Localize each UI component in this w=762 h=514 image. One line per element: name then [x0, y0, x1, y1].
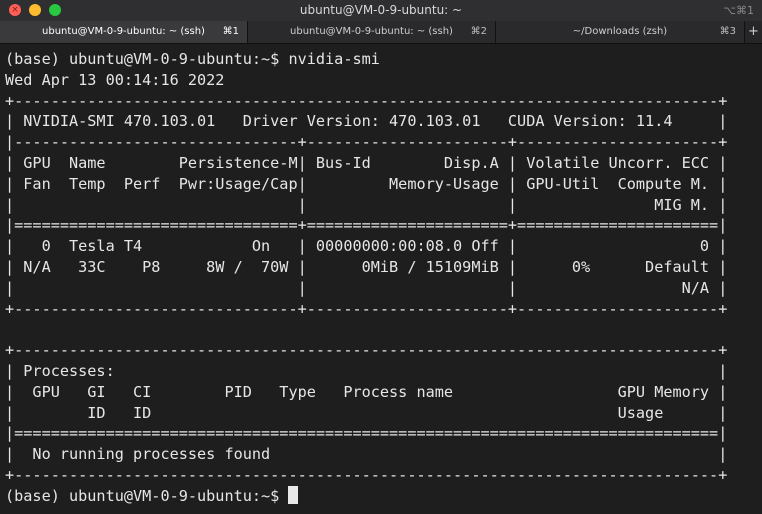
terminal-line-command: (base) ubuntu@VM-0-9-ubuntu:~$ nvidia-sm…: [5, 50, 380, 68]
tab-label: ubuntu@VM-0-9-ubuntu: ~ (ssh): [42, 26, 205, 37]
terminal-output[interactable]: (base) ubuntu@VM-0-9-ubuntu:~$ nvidia-sm…: [0, 44, 762, 514]
window-shortcut-hint: ⌥⌘1: [723, 4, 754, 17]
terminal-line: |-------------------------------+-------…: [5, 133, 728, 152]
terminal-line: +---------------------------------------…: [5, 341, 728, 360]
tab-label: ~/Downloads (zsh): [572, 26, 668, 37]
terminal-line: +---------------------------------------…: [5, 91, 728, 110]
shell-prompt-line[interactable]: (base) ubuntu@VM-0-9-ubuntu:~$: [5, 486, 299, 507]
window-title: ubuntu@VM-0-9-ubuntu: ~: [299, 3, 463, 17]
terminal-line-versions: | NVIDIA-SMI 470.103.01 Driver Version: …: [5, 112, 728, 131]
tab-ssh-2[interactable]: ubuntu@VM-0-9-ubuntu: ~ (ssh) ⌘2: [248, 21, 496, 43]
terminal-lines: (base) ubuntu@VM-0-9-ubuntu:~$ nvidia-sm…: [5, 49, 727, 486]
tab-shortcut: ⌘1: [222, 26, 239, 37]
terminal-line-header: | Fan Temp Perf Pwr:Usage/Cap| Memory-Us…: [5, 174, 728, 193]
terminal-line-date: Wed Apr 13 00:14:16 2022: [5, 70, 225, 89]
terminal-line-gpu-row: | N/A 33C P8 8W / 70W | 0MiB / 15109MiB …: [5, 257, 728, 276]
tab-downloads-zsh[interactable]: ~/Downloads (zsh) ⌘3: [496, 21, 745, 43]
terminal-line-processes-title: | Processes: |: [5, 361, 728, 380]
tab-label: ubuntu@VM-0-9-ubuntu: ~ (ssh): [290, 26, 453, 37]
terminal-line-no-processes: | No running processes found |: [5, 445, 728, 464]
terminal-line-header: | GPU Name Persistence-M| Bus-Id Disp.A …: [5, 153, 728, 172]
terminal-window: × ubuntu@VM-0-9-ubuntu: ~ ⌥⌘1 ubuntu@VM-…: [0, 0, 762, 514]
tab-ssh-1[interactable]: ubuntu@VM-0-9-ubuntu: ~ (ssh) ⌘1: [0, 21, 248, 43]
terminal-line-header: | | | MIG M. |: [5, 195, 728, 214]
terminal-line: +-------------------------------+-------…: [5, 299, 728, 318]
terminal-line-gpu-row: | | | N/A |: [5, 278, 728, 297]
title-bar: × ubuntu@VM-0-9-ubuntu: ~ ⌥⌘1: [0, 0, 762, 21]
terminal-line-processes-header: | GPU GI CI PID Type Process name GPU Me…: [5, 382, 728, 401]
tab-bar: ubuntu@VM-0-9-ubuntu: ~ (ssh) ⌘1 ubuntu@…: [0, 21, 762, 44]
tab-shortcut: ⌘3: [719, 26, 736, 37]
new-tab-button[interactable]: +: [745, 21, 762, 43]
terminal-line-processes-header: | ID ID Usage |: [5, 403, 728, 422]
shell-prompt: (base) ubuntu@VM-0-9-ubuntu:~$: [5, 487, 289, 505]
terminal-line-gpu-row: | 0 Tesla T4 On | 00000000:00:08.0 Off |…: [5, 237, 728, 256]
tab-shortcut: ⌘2: [470, 26, 487, 37]
text-cursor: [288, 486, 299, 504]
terminal-line: |===============================+=======…: [5, 216, 728, 235]
terminal-line: |=======================================…: [5, 424, 728, 443]
terminal-line: +---------------------------------------…: [5, 465, 728, 484]
